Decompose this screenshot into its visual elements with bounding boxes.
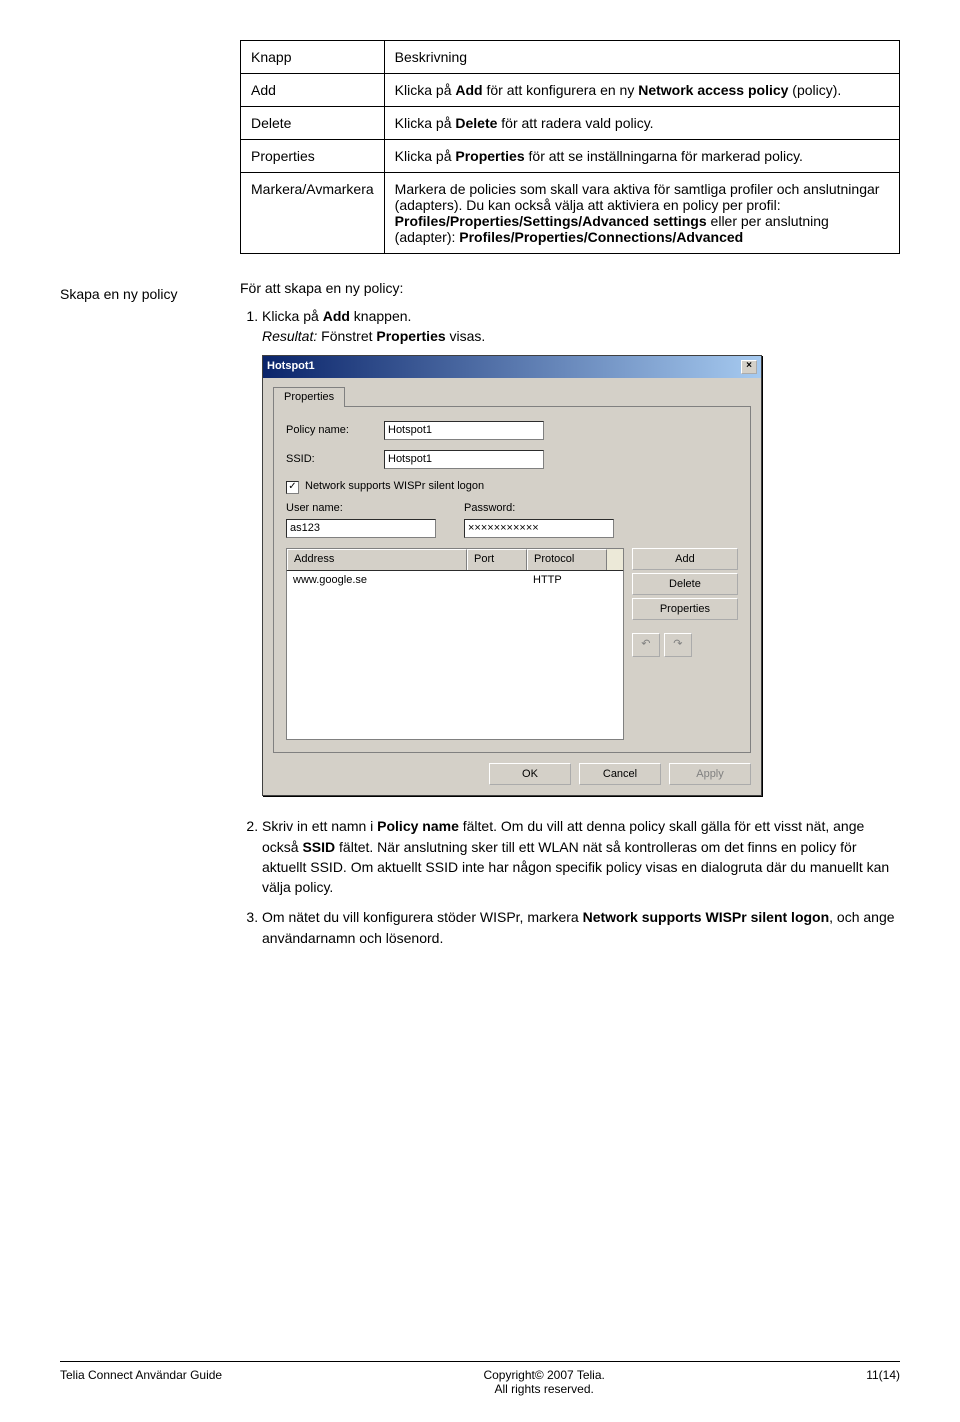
ok-button[interactable]: OK (489, 763, 571, 785)
dialog-titlebar: Hotspot1 × (263, 356, 761, 378)
cell-delete: Delete (241, 107, 385, 140)
th-knapp: Knapp (241, 41, 385, 74)
step-2: Skriv in ett namn i Policy name fältet. … (262, 816, 900, 897)
policy-name-input[interactable]: Hotspot1 (384, 421, 544, 440)
add-button[interactable]: Add (632, 548, 738, 570)
wispr-checkbox-label: Network supports WISPr silent logon (305, 479, 484, 495)
cell-add-desc: Klicka på Add för att konfigurera en ny … (384, 74, 899, 107)
label-ssid: SSID: (286, 452, 376, 468)
footer-rights: All rights reserved. (494, 1382, 593, 1396)
list-row[interactable]: www.google.se HTTP (287, 571, 623, 591)
apply-button[interactable]: Apply (669, 763, 751, 785)
wispr-checkbox[interactable]: ✓ (286, 481, 299, 494)
address-list[interactable]: Address Port Protocol www.google.se (286, 548, 624, 740)
col-address[interactable]: Address (287, 549, 467, 570)
password-input[interactable]: ××××××××××× (464, 519, 614, 538)
close-icon[interactable]: × (741, 360, 757, 374)
redo-icon[interactable]: ↷ (664, 633, 692, 657)
username-input[interactable]: as123 (286, 519, 436, 538)
section-heading: Skapa en ny policy (60, 286, 220, 302)
intro-text: För att skapa en ny policy: (240, 280, 900, 296)
footer-page-number: 11(14) (866, 1368, 900, 1396)
label-policy-name: Policy name: (286, 423, 376, 439)
page-footer: Telia Connect Användar Guide Copyright© … (60, 1361, 900, 1396)
step-3: Om nätet du vill konfigurera stöder WISP… (262, 907, 900, 948)
undo-icon[interactable]: ↶ (632, 633, 660, 657)
dialog-title: Hotspot1 (267, 359, 315, 375)
col-port[interactable]: Port (467, 549, 527, 570)
cell-delete-desc: Klicka på Delete för att radera vald pol… (384, 107, 899, 140)
footer-left: Telia Connect Användar Guide (60, 1368, 222, 1396)
col-protocol[interactable]: Protocol (527, 549, 607, 570)
cell-markera: Markera/Avmarkera (241, 173, 385, 254)
tab-properties[interactable]: Properties (273, 387, 345, 408)
label-password: Password: (464, 501, 614, 517)
cell-properties-desc: Klicka på Properties för att se inställn… (384, 140, 899, 173)
ssid-input[interactable]: Hotspot1 (384, 450, 544, 469)
th-beskrivning: Beskrivning (384, 41, 899, 74)
cell-add: Add (241, 74, 385, 107)
properties-button[interactable]: Properties (632, 598, 738, 620)
delete-button[interactable]: Delete (632, 573, 738, 595)
cell-properties: Properties (241, 140, 385, 173)
properties-dialog: Hotspot1 × Properties Policy name: Hotsp… (262, 355, 762, 797)
footer-copyright: Copyright© 2007 Telia. (483, 1368, 604, 1382)
button-description-table: Knapp Beskrivning Add Klicka på Add för … (240, 40, 900, 254)
cancel-button[interactable]: Cancel (579, 763, 661, 785)
label-username: User name: (286, 501, 436, 517)
step-1: Klicka på Add knappen. Resultat: Fönstre… (262, 306, 900, 796)
cell-markera-desc: Markera de policies som skall vara aktiv… (384, 173, 899, 254)
